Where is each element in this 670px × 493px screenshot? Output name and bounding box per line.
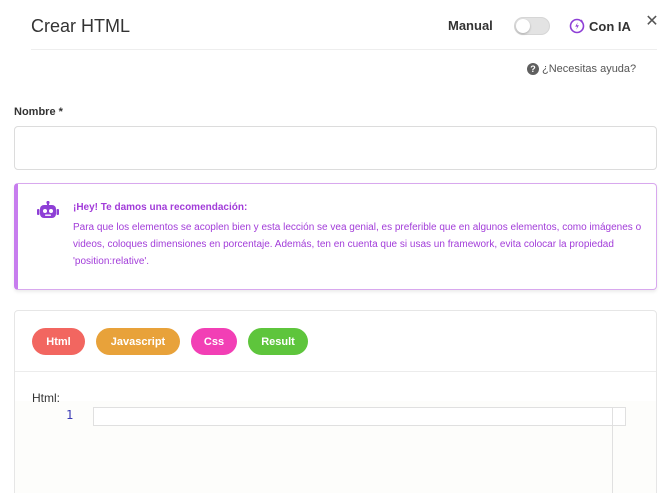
manual-label: Manual xyxy=(448,18,493,33)
toggle-knob xyxy=(516,19,530,33)
line-number: 1 xyxy=(66,408,74,422)
help-text: ¿Necesitas ayuda? xyxy=(542,63,637,75)
tip-body: Para que los elementos se acoplen bien y… xyxy=(73,222,642,267)
code-scroll-edge xyxy=(612,407,613,493)
tab-javascript[interactable]: Javascript xyxy=(96,328,180,355)
tip-title: ¡Hey! Te damos una recomendación: xyxy=(73,202,248,213)
con-ia-button[interactable]: Con IA xyxy=(569,16,631,36)
code-editor-panel: Html Javascript Css Result Html: 1 xyxy=(14,310,657,493)
robot-icon xyxy=(37,201,59,218)
manual-ia-toggle[interactable] xyxy=(514,17,550,35)
tab-result[interactable]: Result xyxy=(248,328,308,355)
name-field-label: Nombre * xyxy=(14,106,63,118)
tab-css[interactable]: Css xyxy=(191,328,237,355)
tab-html[interactable]: Html xyxy=(32,328,85,355)
page-title: Crear HTML xyxy=(31,16,131,36)
close-icon[interactable]: ✕ xyxy=(645,13,659,31)
editor-divider xyxy=(15,371,656,372)
editor-tabs: Html Javascript Css Result xyxy=(32,328,319,355)
header-divider xyxy=(31,49,657,50)
code-label: Html: xyxy=(32,391,60,405)
ai-sparkle-icon xyxy=(569,18,585,34)
help-link[interactable]: ? ¿Necesitas ayuda? xyxy=(527,63,636,75)
con-ia-label: Con IA xyxy=(589,18,631,34)
name-input[interactable] xyxy=(14,126,657,170)
recommendation-alert: ¡Hey! Te damos una recomendación: Para q… xyxy=(14,183,657,290)
code-input-line[interactable] xyxy=(93,407,626,426)
modal-header: Crear HTML Manual Con IA ✕ xyxy=(0,0,670,50)
question-icon: ? xyxy=(527,63,539,75)
